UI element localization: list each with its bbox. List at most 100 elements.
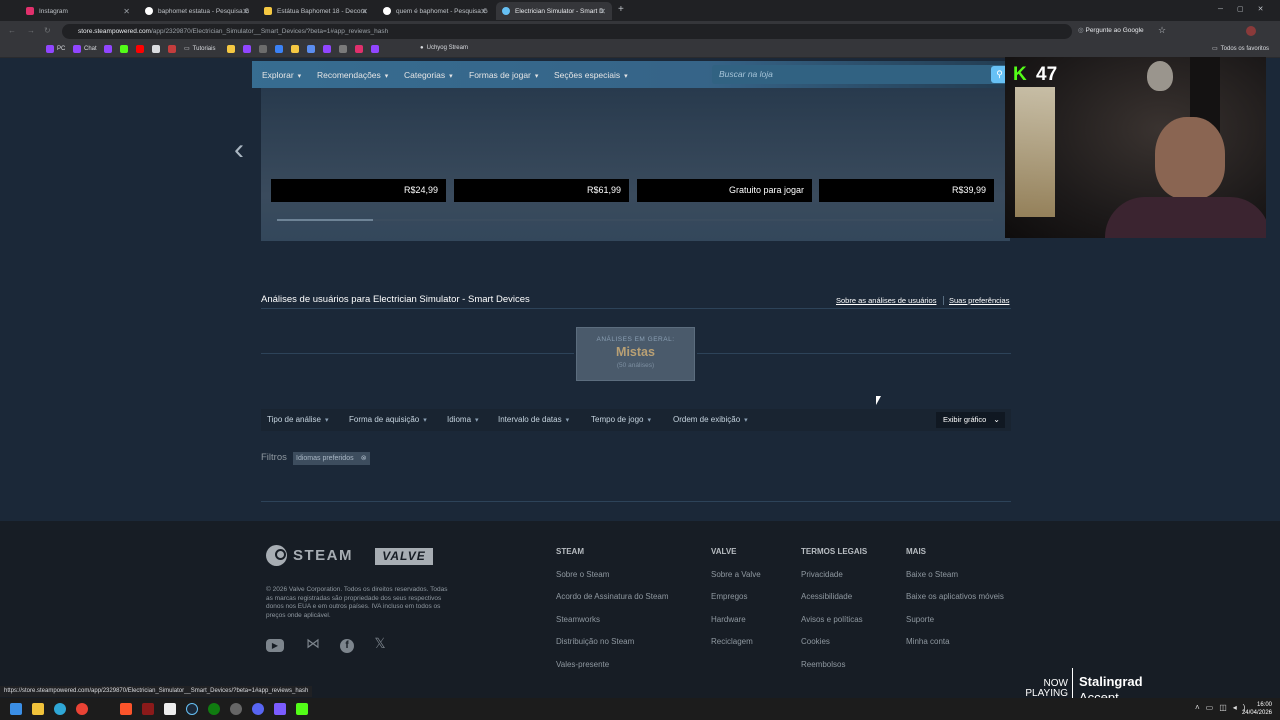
close-icon[interactable]: ⊗	[361, 452, 367, 465]
show-graph-button[interactable]: Exibir gráfico ⌄	[936, 412, 1005, 428]
bluesky-icon[interactable]: ⋈	[304, 635, 322, 651]
footer-link[interactable]: Reciclagem	[711, 637, 753, 646]
chevron-left-icon[interactable]: ‹	[234, 133, 244, 167]
youtube-icon[interactable]: ▶	[266, 635, 284, 652]
steam-icon	[266, 545, 287, 566]
bookmark-icons-row-2[interactable]	[227, 45, 379, 53]
footer-link[interactable]: Acordo de Assinatura do Steam	[556, 592, 669, 601]
bookmark-pc[interactable]: PC	[46, 45, 65, 53]
kick-icon[interactable]	[296, 703, 308, 715]
tab-instagram[interactable]: Instagram ✕	[20, 2, 136, 20]
your-preferences-link[interactable]: Suas preferências	[949, 296, 1009, 305]
tab-estatua-decora[interactable]: Estátua Baphomet 18 - Decora ✕	[258, 2, 374, 20]
steam-icon[interactable]	[186, 703, 198, 715]
app-icon[interactable]	[274, 703, 286, 715]
bookmark-tutoriais[interactable]: ▭ Tutoriais	[184, 45, 215, 53]
close-icon[interactable]: ✕	[480, 7, 487, 16]
close-icon[interactable]: ✕	[599, 7, 606, 16]
site-icon	[243, 45, 251, 53]
footer-link[interactable]: Minha conta	[906, 637, 950, 646]
site-icon	[168, 45, 176, 53]
back-icon[interactable]: ←	[8, 26, 16, 35]
tab-title: quem é baphomet - Pesquisa G	[396, 7, 488, 15]
close-icon[interactable]: ✕	[242, 7, 249, 16]
footer-link[interactable]: Baixe os aplicativos móveis	[906, 592, 1004, 601]
nav-categorias[interactable]: Categorias	[404, 70, 453, 80]
tab-baphomet-estatua[interactable]: baphomet estatua - Pesquisa G ✕	[139, 2, 255, 20]
xbox-icon[interactable]	[208, 703, 220, 715]
file-explorer-icon[interactable]	[32, 703, 44, 715]
price-tag[interactable]: Gratuito para jogar	[637, 179, 812, 202]
reload-icon[interactable]: ↻	[44, 26, 51, 35]
about-reviews-link[interactable]: Sobre as análises de usuários	[836, 296, 936, 305]
valve-logo[interactable]: VALVE	[375, 548, 433, 565]
github-icon: ●	[420, 45, 424, 51]
footer-link[interactable]: Acessibilidade	[801, 592, 852, 601]
close-icon[interactable]: ✕	[123, 7, 130, 16]
app-icon[interactable]	[164, 703, 176, 715]
filter-purchase-type[interactable]: Forma de aquisição	[349, 415, 427, 424]
preferred-languages-chip[interactable]: Idiomas preferidos ⊗	[293, 452, 370, 465]
footer-link[interactable]: Cookies	[801, 637, 830, 646]
footer-link[interactable]: Baixe o Steam	[906, 570, 958, 579]
x-twitter-icon[interactable]: 𝕏	[371, 635, 389, 651]
footer-link[interactable]: Hardware	[711, 615, 746, 624]
ask-google-button[interactable]: ◎ Pergunte ao Google	[1078, 26, 1144, 34]
brave-icon[interactable]	[120, 703, 132, 715]
kick-icon	[120, 45, 128, 53]
footer-link[interactable]: Avisos e políticas	[801, 615, 863, 624]
footer-link[interactable]: Vales-presente	[556, 660, 609, 669]
nav-explorar[interactable]: Explorar	[262, 70, 301, 80]
filter-date-range[interactable]: Intervalo de datas	[498, 415, 569, 424]
all-bookmarks[interactable]: ▭ Todos os favoritos	[1212, 45, 1269, 53]
profile-avatar[interactable]	[1246, 26, 1256, 36]
filter-display-order[interactable]: Ordem de exibição	[673, 415, 748, 424]
app-icon[interactable]	[142, 703, 154, 715]
edge-icon[interactable]	[54, 703, 66, 715]
footer-link[interactable]: Sobre o Steam	[556, 570, 609, 579]
footer-link[interactable]: Distribuição no Steam	[556, 637, 634, 646]
light-decor	[1015, 87, 1055, 217]
price-tag[interactable]: R$39,99	[819, 179, 994, 202]
store-search-input[interactable]: Buscar na loja	[712, 65, 1008, 84]
discord-icon[interactable]	[252, 703, 264, 715]
nav-secoes-especiais[interactable]: Seções especiais	[554, 70, 628, 80]
carousel-scroll-track[interactable]	[277, 219, 993, 221]
taskbar-clock[interactable]: 16:00 24/04/2026	[1236, 701, 1272, 717]
price-tag[interactable]: R$61,99	[454, 179, 629, 202]
footer-link[interactable]: Steamworks	[556, 615, 600, 624]
close-icon[interactable]: ✕	[361, 7, 368, 16]
bookmark-chat[interactable]: Chat	[73, 45, 97, 53]
divider	[943, 296, 944, 305]
tab-electrician-simulator[interactable]: Electrician Simulator - Smart D ✕	[496, 2, 612, 20]
chrome-icon[interactable]	[76, 703, 88, 715]
tab-quem-e-baphomet[interactable]: quem é baphomet - Pesquisa G ✕	[377, 2, 493, 20]
price-tag[interactable]: R$24,99	[271, 179, 446, 202]
youtube-icon	[136, 45, 144, 53]
window-controls[interactable]: ─▢✕	[1218, 5, 1277, 13]
footer-link[interactable]: Suporte	[906, 615, 934, 624]
url-field[interactable]: store.steampowered.com/app/2329870/Elect…	[62, 24, 1072, 39]
footer-link[interactable]: Reembolsos	[801, 660, 845, 669]
app-icon[interactable]	[230, 703, 242, 715]
footer-link[interactable]: Privacidade	[801, 570, 843, 579]
facebook-icon[interactable]: f	[338, 635, 356, 653]
nav-formas-de-jogar[interactable]: Formas de jogar	[469, 70, 538, 80]
star-icon[interactable]: ☆	[1158, 25, 1166, 36]
bookmark-uchyog-stream[interactable]: ● Uchyog Stream	[420, 45, 468, 51]
carousel-scroll-thumb[interactable]	[277, 219, 373, 221]
steam-logo[interactable]: STEAM	[266, 545, 353, 566]
overall-reviews-count: (50 análises)	[616, 362, 655, 369]
filter-language[interactable]: Idioma	[447, 415, 479, 424]
windows-start-icon[interactable]	[10, 703, 22, 715]
footer-link[interactable]: Empregos	[711, 592, 747, 601]
bookmark-icons-row-1[interactable]	[104, 45, 176, 53]
filter-review-type[interactable]: Tipo de análise	[267, 415, 328, 424]
new-tab-icon[interactable]: +	[618, 4, 624, 15]
nav-recomendacoes[interactable]: Recomendações	[317, 70, 388, 80]
footer-link[interactable]: Sobre a Valve	[711, 570, 761, 579]
reviews-section-title: Análises de usuários para Electrician Si…	[261, 294, 530, 305]
overall-reviews-summary[interactable]: ANÁLISES EM GERAL: Mistas (50 análises)	[576, 327, 695, 381]
forward-icon[interactable]: →	[27, 26, 35, 35]
filter-playtime[interactable]: Tempo de jogo	[591, 415, 651, 424]
